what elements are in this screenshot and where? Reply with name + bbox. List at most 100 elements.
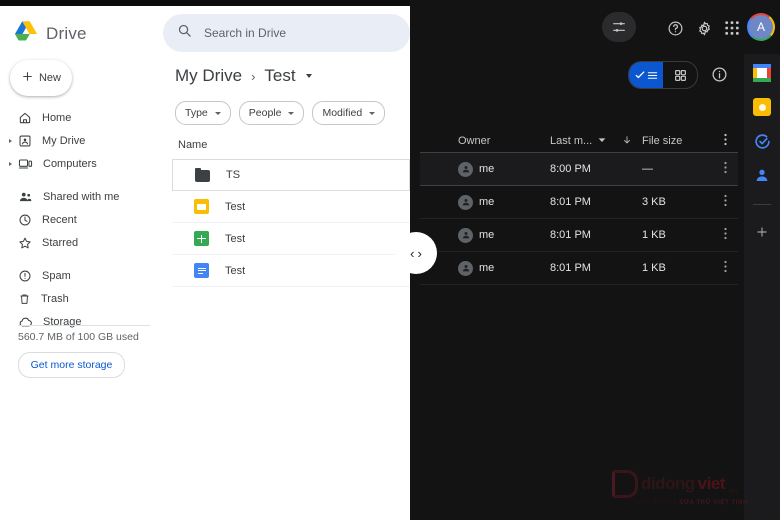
filter-chip-type[interactable]: Type [175, 101, 231, 125]
row-options-icon[interactable] [714, 227, 736, 243]
chevron-right-icon[interactable]: › [418, 246, 422, 261]
cell-owner: me [458, 194, 550, 210]
filter-chip-label: Type [185, 107, 208, 119]
sidebar-nav: Home My Drive Computers Shared with me Recen… [0, 106, 160, 333]
file-row[interactable]: Test [172, 223, 410, 255]
cell-file-size: 1 KB [642, 229, 666, 241]
side-apps-rail [744, 54, 780, 520]
help-circle-icon[interactable] [660, 13, 690, 43]
arrow-down-icon[interactable] [622, 135, 632, 148]
file-name: Test [225, 264, 246, 277]
owner-avatar-icon [458, 161, 473, 177]
avatar[interactable]: A [747, 13, 775, 41]
filter-chip-row: Type People Modified [175, 101, 386, 125]
keep-icon[interactable] [753, 98, 771, 116]
sidebar-item-label: Trash [41, 292, 69, 305]
search-input[interactable] [202, 25, 396, 41]
add-icon[interactable] [753, 223, 771, 241]
my-drive-icon [18, 134, 32, 148]
chevron-down-icon[interactable] [369, 111, 376, 115]
breadcrumb: My Drive › Test [175, 66, 312, 86]
sidebar-item-storage[interactable]: Storage [0, 310, 160, 333]
watermark-tld: .vn [727, 488, 738, 495]
info-icon[interactable] [708, 63, 730, 85]
filter-chip-modified[interactable]: Modified [312, 101, 386, 125]
table-row[interactable]: me 8:01 PM 1 KB [420, 252, 738, 285]
file-name: TS [226, 169, 241, 181]
file-row[interactable]: TS [172, 159, 410, 191]
sidebar-item-computers[interactable]: Computers [0, 152, 160, 175]
dark-table-body: me 8:00 PM — me 8:01 PM 3 KB me 8:01 PM 1 KB me 8:… [420, 152, 738, 285]
folder-icon [195, 167, 210, 182]
table-row[interactable]: me 8:00 PM — [420, 152, 738, 186]
file-row[interactable]: Test [172, 191, 410, 223]
column-header-owner[interactable]: Owner [458, 135, 550, 147]
sidebar-item-label: Spam [42, 269, 71, 282]
chevron-down-icon[interactable] [214, 111, 221, 115]
sidebar-item-recent[interactable]: Recent [0, 208, 160, 231]
column-header-modified[interactable]: Last m... [550, 135, 642, 148]
watermark: didong viet .vn CHUYÊN GIA SỬA TRỮ VIỆT … [612, 470, 772, 506]
search-bar[interactable] [163, 14, 410, 52]
breadcrumb-root[interactable]: My Drive [175, 66, 242, 86]
sidebar-item-starred[interactable]: Starred [0, 231, 160, 254]
column-header-name[interactable]: Name [178, 139, 207, 151]
get-more-storage-button[interactable]: Get more storage [18, 352, 125, 378]
owner-name: me [479, 196, 495, 208]
cell-modified: 8:01 PM [550, 262, 591, 274]
watermark-logo-icon [612, 470, 638, 498]
table-row[interactable]: me 8:01 PM 3 KB [420, 186, 738, 219]
tune-icon[interactable] [602, 12, 636, 42]
google-drive-logo [14, 20, 38, 47]
table-options-icon[interactable] [714, 133, 736, 149]
home-icon [18, 111, 32, 125]
cell-modified: 8:01 PM [550, 196, 591, 208]
sidebar-item-my-drive[interactable]: My Drive [0, 129, 160, 152]
split-view-handle[interactable]: ‹ › [395, 232, 437, 274]
chevron-left-icon[interactable]: ‹ [410, 246, 414, 261]
tasks-icon[interactable] [753, 132, 771, 150]
row-options-icon[interactable] [714, 161, 736, 177]
filter-chip-people[interactable]: People [238, 101, 305, 125]
light-drive-panel: Drive New Home My Drive Computers Shared wi… [0, 6, 410, 520]
sidebar-item-label: Computers [43, 157, 97, 170]
contacts-icon[interactable] [753, 166, 771, 184]
column-header-modified-label: Last m... [550, 135, 593, 147]
apps-grid-icon[interactable] [717, 13, 747, 43]
new-button[interactable]: New [10, 60, 72, 96]
expand-caret-icon[interactable] [9, 162, 12, 166]
file-row[interactable]: Test [172, 255, 410, 287]
list-view-button[interactable] [629, 62, 663, 88]
expand-caret-icon[interactable] [9, 139, 12, 143]
owner-name: me [479, 229, 495, 241]
watermark-tagline-left: CHUYÊN GIA [634, 500, 678, 506]
sidebar-item-trash[interactable]: Trash [0, 287, 160, 310]
owner-avatar-icon [458, 260, 473, 276]
chevron-down-icon[interactable] [598, 135, 606, 147]
window-top-strip [0, 0, 410, 6]
gear-icon[interactable] [689, 13, 719, 43]
column-header-size[interactable]: File size [642, 135, 714, 147]
cloud-icon [18, 315, 33, 329]
view-toggle[interactable] [628, 61, 698, 89]
row-options-icon[interactable] [714, 194, 736, 210]
calendar-icon[interactable] [753, 64, 771, 82]
sidebar-item-home[interactable]: Home [0, 106, 160, 129]
new-button-label: New [38, 72, 61, 84]
sidebar-item-spam[interactable]: Spam [0, 264, 160, 287]
chevron-down-icon[interactable] [288, 111, 295, 115]
drive-logo-row[interactable]: Drive [14, 20, 87, 47]
owner-avatar-icon [458, 194, 473, 210]
breadcrumb-current[interactable]: Test [264, 66, 295, 86]
sidebar-item-shared-with-me[interactable]: Shared with me [0, 185, 160, 208]
grid-view-button[interactable] [663, 62, 697, 88]
chevron-down-icon[interactable] [305, 74, 312, 78]
clock-icon [18, 213, 32, 227]
watermark-text-1: didong [641, 474, 695, 493]
row-options-icon[interactable] [714, 260, 736, 276]
watermark-tagline-right: SỬA TRỮ VIỆT TỊNH [679, 500, 748, 506]
sidebar-item-label: Recent [42, 213, 77, 226]
table-row[interactable]: me 8:01 PM 1 KB [420, 219, 738, 252]
